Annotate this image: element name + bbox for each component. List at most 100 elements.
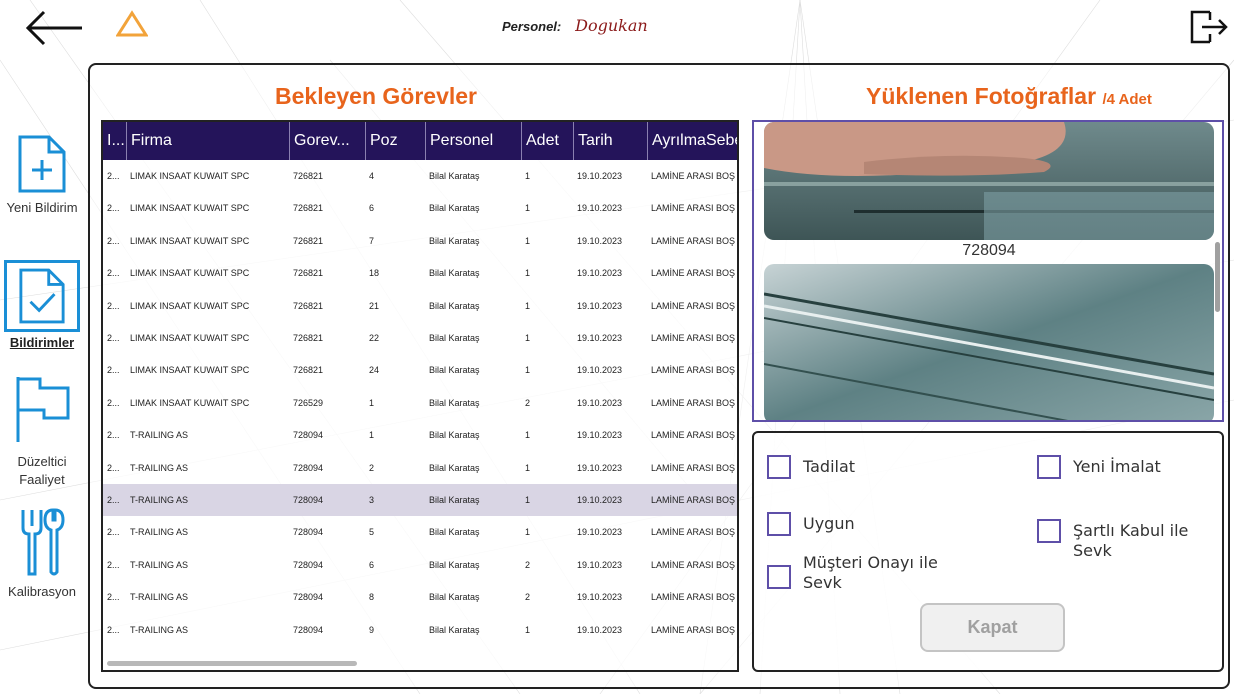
table-row[interactable]: 2... T-RAILING AS 728094 1 Bilal Karataş 1 19.… [103, 419, 737, 451]
table-row[interactable]: 2... LIMAK INSAAT KUWAIT SPC 726821 18 Bilal… [103, 257, 737, 289]
logout-icon[interactable] [1188, 6, 1230, 48]
table-cell: 1 [525, 203, 531, 214]
table-cell: 1 [525, 365, 531, 376]
checkbox-label: Tadilat [803, 457, 856, 476]
tasks-grid[interactable]: I... Firma Gorev... Poz Personel Adet Tarih Ayr… [101, 120, 739, 672]
table-row[interactable]: 2... T-RAILING AS 728094 3 Bilal Karataş 1 19.… [103, 484, 737, 516]
checkbox-box[interactable] [767, 565, 791, 589]
column-header[interactable]: Poz [365, 122, 425, 160]
table-row[interactable]: 2... LIMAK INSAAT KUWAIT SPC 726821 4 Bilal … [103, 160, 737, 192]
table-cell: 726821 [293, 235, 324, 246]
table-cell: 6 [369, 559, 375, 570]
table-cell: 7 [369, 235, 375, 246]
table-row[interactable]: 2... T-RAILING AS 728094 5 Bilal Karataş 1 19.… [103, 516, 737, 548]
checkbox-sartli-kabul[interactable]: Şartlı Kabul ile Sevk [1037, 519, 1222, 561]
table-row[interactable]: 2... T-RAILING AS 728094 2 Bilal Karataş 1 19.… [103, 452, 737, 484]
table-cell: Bilal Karataş [429, 171, 480, 181]
table-cell: Bilal Karataş [429, 527, 480, 538]
checkbox-yeni-imalat[interactable]: Yeni İmalat [1037, 455, 1161, 479]
close-button[interactable]: Kapat [920, 603, 1065, 652]
vertical-scrollbar[interactable] [1215, 242, 1220, 312]
table-cell: LIMAK INSAAT KUWAIT SPC [130, 300, 250, 311]
column-header[interactable]: Tarih [573, 122, 647, 160]
tools-icon [21, 508, 65, 576]
table-cell: LAMİNE ARASI BOŞ [651, 624, 736, 635]
nav-kalibrasyon[interactable]: Kalibrasyon [0, 506, 84, 601]
table-cell: Bilal Karataş [429, 462, 480, 473]
checkbox-box[interactable] [767, 512, 791, 536]
table-cell: LAMİNE ARASI BOŞ [651, 592, 736, 603]
table-cell: 2... [107, 559, 120, 570]
table-cell: 19.10.2023 [577, 268, 623, 279]
column-header[interactable]: Gorev... [289, 122, 365, 160]
table-cell: LAMİNE ARASI BOŞ [651, 268, 736, 279]
table-row[interactable]: 2... LIMAK INSAAT KUWAIT SPC 726821 24 Bilal… [103, 354, 737, 386]
table-cell: LIMAK INSAAT KUWAIT SPC [130, 235, 250, 246]
nav-yeni-bildirim-label: Yeni Bildirim [6, 200, 78, 215]
table-cell: 19.10.2023 [577, 235, 623, 246]
table-row[interactable]: 2... T-RAILING AS 728094 8 Bilal Karataş 2 19.… [103, 581, 737, 613]
table-cell: 2 [525, 397, 531, 408]
checkbox-uygun[interactable]: Uygun [767, 512, 855, 536]
column-header[interactable]: Adet [521, 122, 573, 160]
photo-1[interactable] [764, 122, 1214, 240]
nav-duzeltici-faaliyet[interactable]: Düzeltici Faaliyet [0, 374, 84, 489]
table-row[interactable]: 2... T-RAILING AS 728094 9 Bilal Karataş 1 19.… [103, 614, 737, 646]
checkbox-tadilat[interactable]: Tadilat [767, 455, 855, 479]
table-row[interactable]: 2... LIMAK INSAAT KUWAIT SPC 726821 22 Bilal… [103, 322, 737, 354]
table-cell: 4 [369, 171, 375, 181]
checkbox-box[interactable] [767, 455, 791, 479]
table-cell: 24 [369, 365, 380, 376]
back-arrow-icon[interactable] [24, 8, 86, 48]
table-cell: LIMAK INSAAT KUWAIT SPC [130, 203, 250, 214]
table-cell: Bilal Karataş [429, 365, 480, 376]
photo-2[interactable] [764, 264, 1214, 420]
table-cell: LAMİNE ARASI BOŞ [651, 365, 736, 376]
table-cell: 19.10.2023 [577, 365, 623, 376]
table-cell: 22 [369, 333, 380, 343]
column-header[interactable]: Personel [425, 122, 521, 160]
column-header[interactable]: AyrılmaSebe [647, 122, 737, 160]
table-cell: 1 [525, 527, 531, 538]
checkbox-box[interactable] [1037, 519, 1061, 543]
table-cell: 19.10.2023 [577, 592, 623, 603]
nav-bildirimler[interactable]: Bildirimler [0, 260, 84, 352]
horizontal-scrollbar[interactable] [107, 661, 357, 666]
table-cell: LAMİNE ARASI BOŞ [651, 527, 736, 538]
table-cell: LIMAK INSAAT KUWAIT SPC [130, 268, 250, 279]
column-header[interactable]: I... [103, 122, 126, 160]
table-cell: T-RAILING AS [130, 495, 189, 505]
table-cell: 21 [369, 300, 380, 311]
table-cell: 726821 [293, 171, 324, 181]
table-row[interactable]: 2... T-RAILING AS 728094 6 Bilal Karataş 2 19.… [103, 549, 737, 581]
table-row[interactable]: 2... LIMAK INSAAT KUWAIT SPC 726529 1 Bilal … [103, 387, 737, 419]
table-cell: 726821 [293, 203, 324, 214]
table-row[interactable]: 2... LIMAK INSAAT KUWAIT SPC 726821 21 Bilal… [103, 290, 737, 322]
table-cell: 2... [107, 495, 120, 505]
table-cell: 1 [525, 333, 531, 343]
table-cell: 728094 [293, 495, 324, 505]
table-cell: T-RAILING AS [130, 559, 189, 570]
table-cell: 728094 [293, 462, 324, 473]
table-cell: 1 [525, 430, 531, 441]
table-cell: LIMAK INSAAT KUWAIT SPC [130, 365, 250, 376]
table-cell: 19.10.2023 [577, 559, 623, 570]
table-cell: 1 [525, 171, 531, 181]
table-row[interactable]: 2... LIMAK INSAAT KUWAIT SPC 726821 7 Bilal … [103, 225, 737, 257]
checkbox-box[interactable] [1037, 455, 1061, 479]
table-cell: Bilal Karataş [429, 397, 480, 408]
nav-yeni-bildirim[interactable]: Yeni Bildirim [0, 134, 84, 217]
table-row[interactable]: 2... LIMAK INSAAT KUWAIT SPC 726821 6 Bilal … [103, 192, 737, 224]
table-cell: 726529 [293, 397, 324, 408]
table-cell: 19.10.2023 [577, 203, 623, 214]
column-header[interactable]: Firma [126, 122, 289, 160]
table-cell: 1 [525, 268, 531, 279]
table-cell: 2... [107, 300, 120, 311]
table-cell: T-RAILING AS [130, 527, 189, 538]
photo-gallery[interactable]: 728094 [752, 120, 1224, 422]
table-cell: LAMİNE ARASI BOŞ [651, 397, 736, 408]
table-cell: LAMİNE ARASI BOŞ [651, 171, 736, 181]
table-cell: 728094 [293, 527, 324, 538]
checkbox-musteri-onayi[interactable]: Müşteri Onayı ile Sevk [767, 553, 943, 593]
table-cell: LAMİNE ARASI BOŞ [651, 495, 736, 505]
